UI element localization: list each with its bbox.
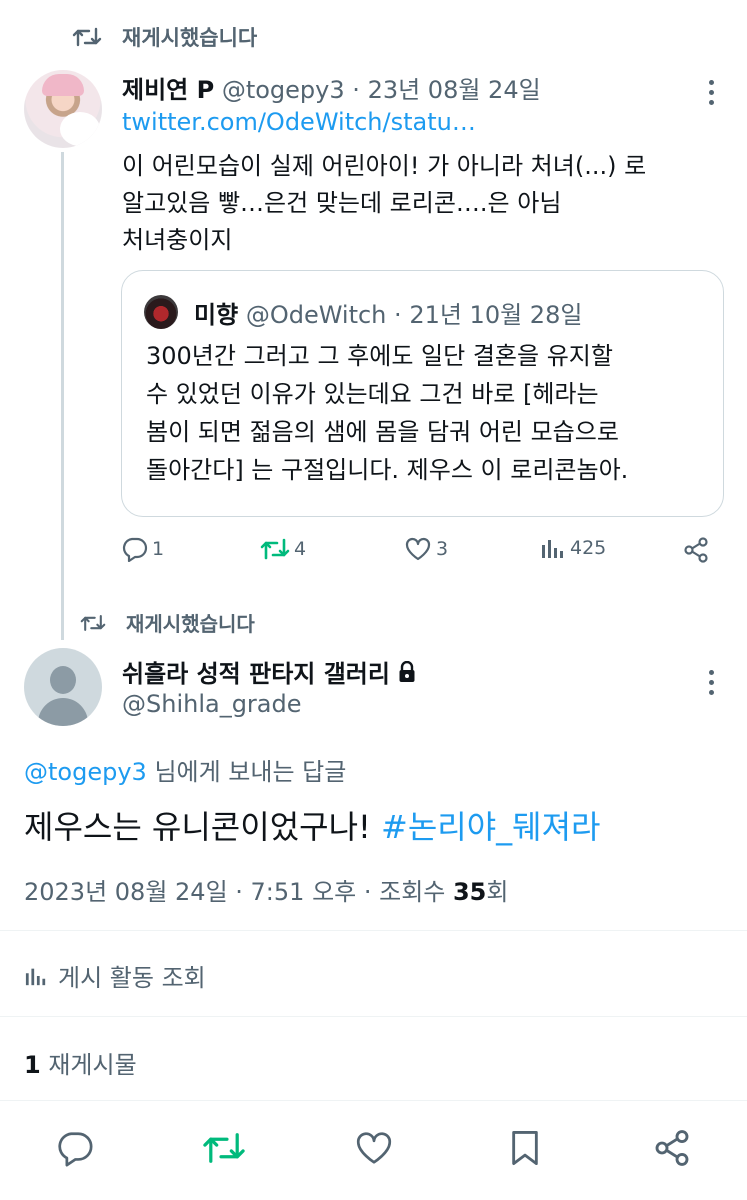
repost-button[interactable] xyxy=(202,1128,246,1168)
repost-icon xyxy=(72,25,102,49)
tweet-text-line: 이 어린모습이 실제 어린아이! 가 아니라 처녀(...) 로 xyxy=(122,152,647,180)
views-button[interactable]: 425 xyxy=(540,536,606,560)
quote-header: 미향 @OdeWitch · 21년 10월 28일 xyxy=(194,295,582,330)
repost-count-number: 1 xyxy=(24,1051,41,1079)
repost-count-link[interactable]: 1 재게시물 xyxy=(24,1045,137,1080)
repost-banner-label: 재게시했습니다 xyxy=(126,612,255,636)
avatar[interactable] xyxy=(24,648,102,726)
quote-text-line: 돌아간다] 는 구절입니다. 제우스 이 로리콘놈아. xyxy=(146,456,629,484)
quote-text-line: 수 있었던 이유가 있는데요 그건 바로 [헤라는 xyxy=(146,380,599,408)
tweet-text-line: 알고있음 빻…은건 맞는데 로리콘….은 아님 xyxy=(122,189,562,217)
separator: · xyxy=(352,76,360,104)
tweet-timestamp[interactable]: 2023년 08월 24일 · 7:51 오후 · 조회수 xyxy=(24,878,453,906)
divider xyxy=(0,1016,747,1017)
reply-context: @togepy3 님에게 보내는 답글 xyxy=(24,752,346,787)
like-button[interactable]: 3 xyxy=(404,536,448,562)
post-activity-label: 게시 활동 조회 xyxy=(58,964,206,992)
views-icon xyxy=(24,965,48,987)
more-options-icon[interactable] xyxy=(700,670,722,695)
like-count: 3 xyxy=(436,538,449,560)
share-icon xyxy=(652,1128,692,1168)
repost-button[interactable]: 4 xyxy=(260,536,306,562)
repost-count: 4 xyxy=(294,538,307,560)
quote-text-line: 봄이 되면 젊음의 샘에 몸을 담궈 어린 모습으로 xyxy=(146,418,619,446)
reply-to-handle[interactable]: @togepy3 xyxy=(24,758,147,786)
author-handle[interactable]: @togepy3 xyxy=(222,76,345,104)
tweet-text-plain: 제우스는 유니콘이었구나! xyxy=(24,808,382,846)
lock-icon xyxy=(398,660,416,683)
quote-avatar xyxy=(144,295,178,329)
quote-author-name: 미향 xyxy=(194,301,239,329)
views-count: 425 xyxy=(570,537,607,559)
quote-date: 21년 10월 28일 xyxy=(409,301,583,329)
divider xyxy=(0,1100,747,1101)
post-activity-link[interactable]: 게시 활동 조회 xyxy=(24,958,206,993)
heart-icon xyxy=(404,536,432,562)
tweet-action-bar xyxy=(0,1128,747,1174)
view-count: 35 xyxy=(452,878,487,906)
repost-banner: 재게시했습니다 xyxy=(72,22,257,52)
author-handle[interactable]: @Shihla_grade xyxy=(122,690,302,718)
reply-button[interactable]: 1 xyxy=(120,536,164,562)
thread-line xyxy=(61,152,64,640)
bookmark-button[interactable] xyxy=(508,1128,542,1168)
views-icon xyxy=(540,536,566,560)
author-name[interactable]: 제비연 P xyxy=(122,76,214,104)
tweet-meta: 2023년 08월 24일 · 7:51 오후 · 조회수 35회 xyxy=(24,872,508,907)
quoted-tweet[interactable]: 미향 @OdeWitch · 21년 10월 28일 300년간 그러고 그 후… xyxy=(121,270,724,517)
repost-banner: 재게시했습니다 xyxy=(80,608,255,637)
share-icon xyxy=(682,536,710,564)
separator: · xyxy=(394,301,402,329)
tweet-text: 제우스는 유니콘이었구나! #논리야_뒈져라 xyxy=(24,802,600,848)
tweet-header: 제비연 P @togepy3 · 23년 08월 24일 xyxy=(122,70,541,105)
share-button[interactable] xyxy=(652,1128,692,1168)
reply-to-suffix: 님에게 보내는 답글 xyxy=(146,758,347,786)
quote-author-handle: @OdeWitch xyxy=(245,301,387,329)
author-name-row: 쉬흘라 성적 판타지 갤러리 xyxy=(122,654,416,689)
repost-icon xyxy=(202,1128,246,1168)
avatar[interactable] xyxy=(24,70,102,148)
bookmark-icon xyxy=(508,1128,542,1168)
hashtag-link[interactable]: #논리야_뒈져라 xyxy=(381,808,600,846)
repost-banner-label: 재게시했습니다 xyxy=(122,26,258,50)
like-button[interactable] xyxy=(354,1128,394,1168)
quote-text: 300년간 그러고 그 후에도 일단 결혼을 유지할 수 있었던 이유가 있는데… xyxy=(146,337,716,489)
tweet-date[interactable]: 23년 08월 24일 xyxy=(368,76,541,104)
reply-button[interactable] xyxy=(54,1128,94,1168)
divider xyxy=(0,930,747,931)
reply-icon xyxy=(120,536,148,562)
tweet-actions: 1 4 3 425 xyxy=(120,536,720,570)
tweet-text-line: 처녀충이지 xyxy=(122,226,233,254)
author-name[interactable]: 쉬흘라 성적 판타지 갤러리 xyxy=(122,654,390,689)
tweet-link[interactable]: twitter.com/OdeWitch/statu… xyxy=(122,108,476,136)
more-options-icon[interactable] xyxy=(700,80,722,105)
reply-count: 1 xyxy=(152,538,165,560)
heart-icon xyxy=(354,1128,394,1168)
reply-icon xyxy=(54,1128,94,1168)
repost-icon xyxy=(80,612,106,634)
view-count-suffix: 회 xyxy=(486,878,509,906)
quote-text-line: 300년간 그러고 그 후에도 일단 결혼을 유지할 xyxy=(146,342,613,370)
repost-count-label: 재게시물 xyxy=(40,1051,137,1079)
repost-icon xyxy=(260,536,290,562)
tweet-text: 이 어린모습이 실제 어린아이! 가 아니라 처녀(...) 로 알고있음 빻…… xyxy=(122,148,722,259)
share-button[interactable] xyxy=(682,536,710,564)
